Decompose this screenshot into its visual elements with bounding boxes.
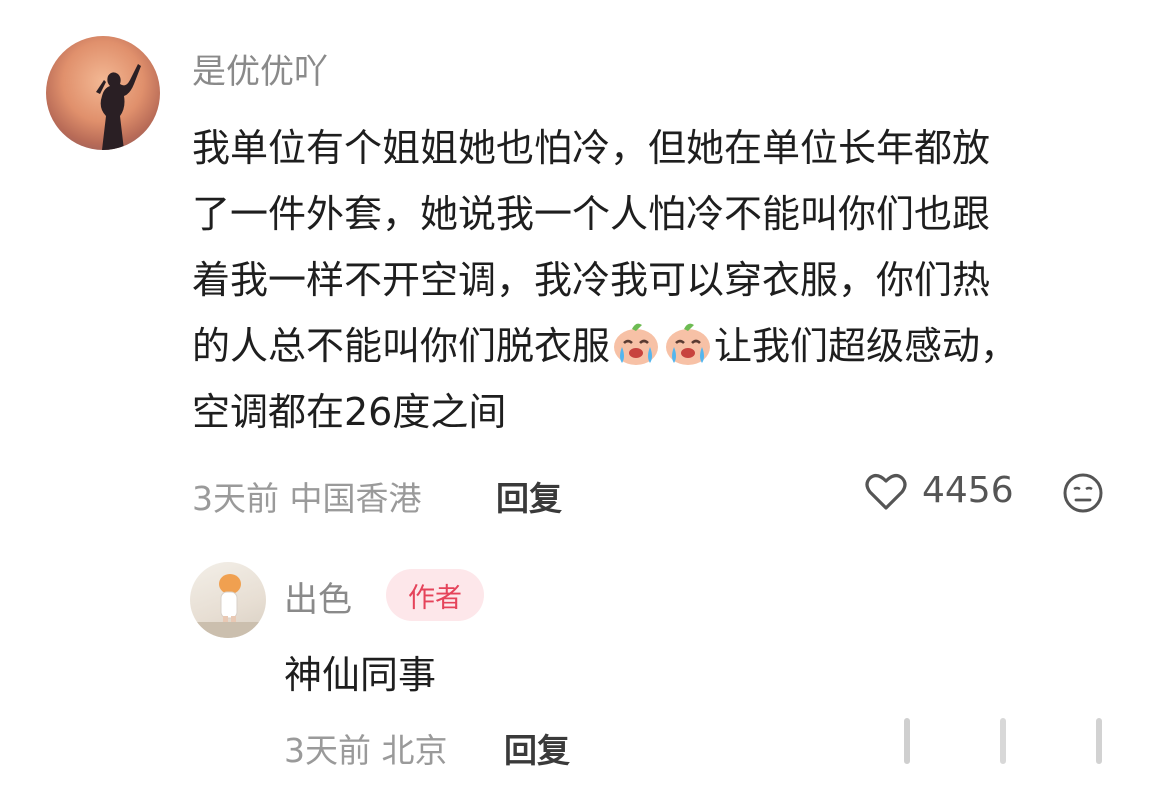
comment-line: 着我一样不开空调，我冷我可以穿衣服，你们热 [192,258,991,302]
comment-line: 了一件外套，她说我一个人怕冷不能叫你们也跟 [192,192,991,236]
reply-button[interactable]: 回复 [504,724,570,772]
avatar[interactable] [190,562,266,638]
watermark-bar [1096,718,1102,764]
silhouette-figure [96,64,141,150]
comment-username[interactable]: 是优优吖 [192,44,328,93]
reply-avatar-figure [190,574,266,638]
comment-line-with-emoji: 的人总不能叫你们脱衣服 让我们超级感动， [192,313,1142,379]
comment-time: 3天前 [192,479,279,518]
comment-meta: 3天前 中国香港 [192,472,422,520]
comment-line-segment: 让我们超级感动， [714,324,1019,368]
meh-face-icon[interactable] [1062,472,1104,514]
reply-location: 北京 [381,731,448,770]
reply-time: 3天前 [284,731,371,770]
heart-outline-icon[interactable] [864,472,908,512]
watermark-bar [1000,718,1006,764]
comment-location: 中国香港 [289,479,422,518]
comment-text: 我单位有个姐姐她也怕冷，但她在单位长年都放 了一件外套，她说我一个人怕冷不能叫你… [192,115,1142,445]
reply-username[interactable]: 出色 [284,572,352,621]
crying-peach-emoji-icon [614,323,659,365]
comment-line: 空调都在26度之间 [192,390,507,434]
watermark-bar [904,718,910,764]
reply-text: 神仙同事 [284,653,437,697]
avatar[interactable] [46,36,160,150]
comment-line: 我单位有个姐姐她也怕冷，但她在单位长年都放 [192,126,991,170]
reply-button[interactable]: 回复 [496,472,562,520]
author-badge: 作者 [386,569,484,621]
comment-line-segment: 的人总不能叫你们脱衣服 [192,324,611,368]
reply-meta: 3天前 北京 [284,724,448,772]
like-count: 4456 [922,470,1014,511]
crying-peach-emoji-icon [666,323,711,365]
